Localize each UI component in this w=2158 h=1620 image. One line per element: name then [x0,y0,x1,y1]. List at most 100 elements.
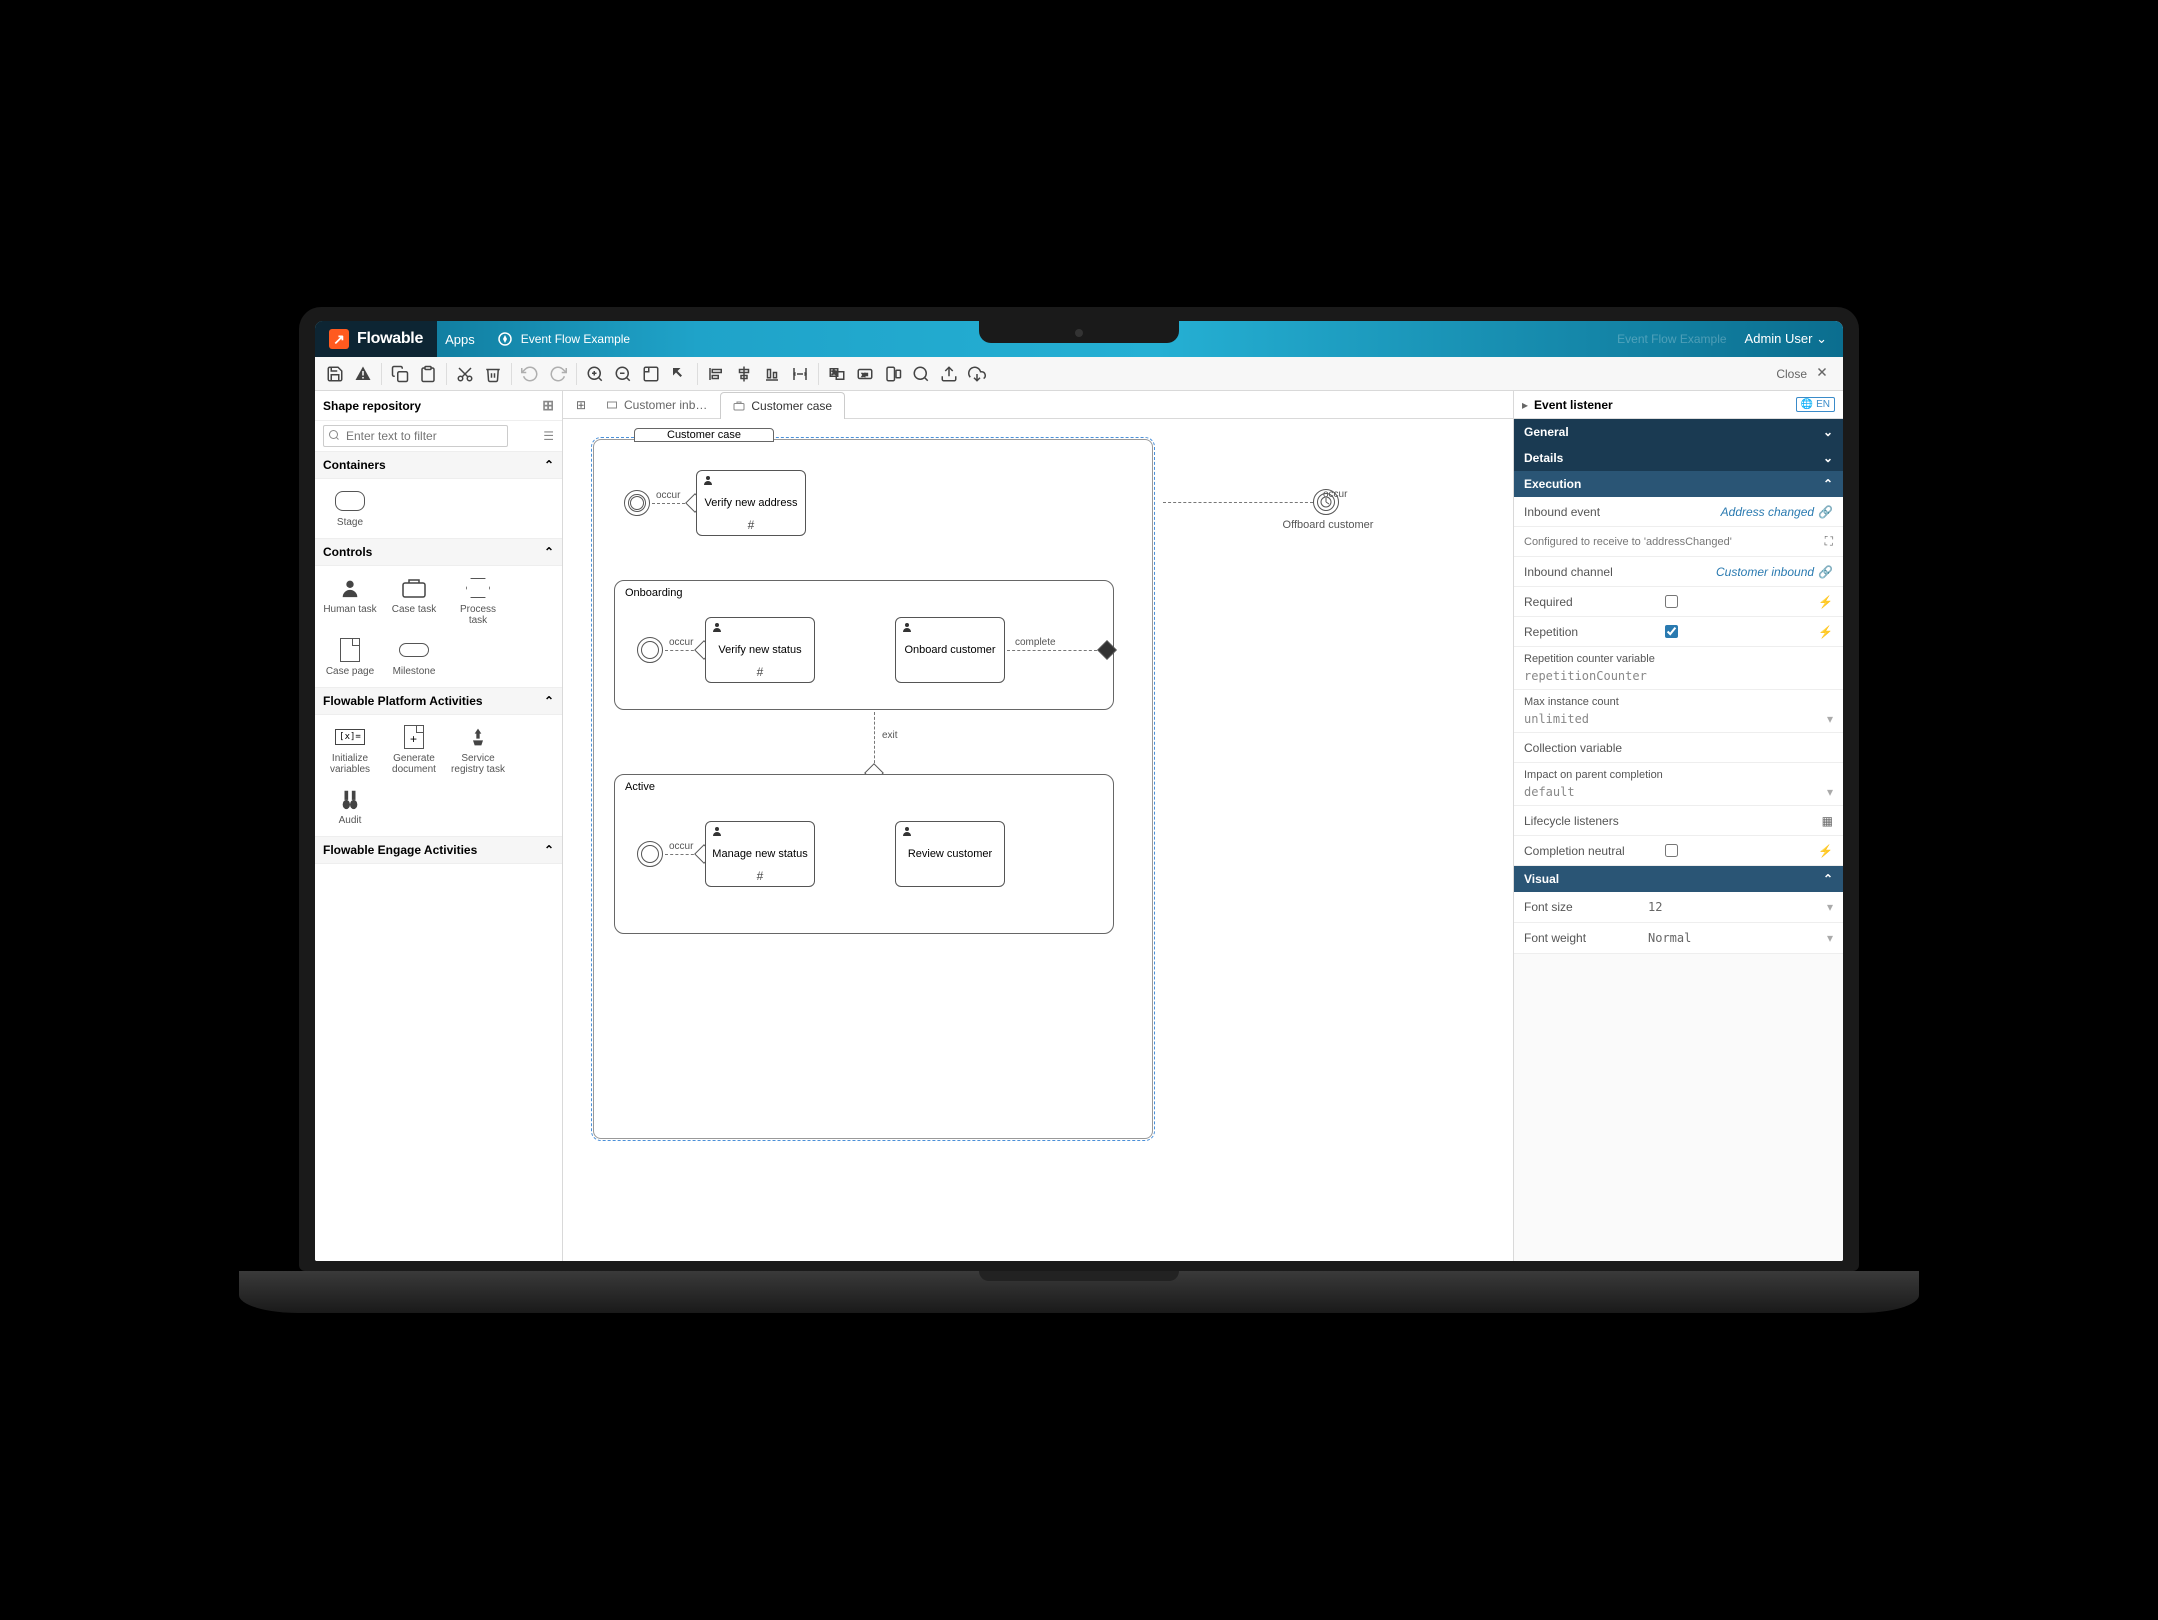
translate-button[interactable]: 文 [823,360,851,388]
lightning-icon: ⚡ [1818,844,1833,858]
event-listener-address[interactable] [624,490,650,516]
repetition-marker-icon: # [757,869,764,883]
chevron-down-icon[interactable]: ▾ [1827,931,1833,945]
add-shape-icon[interactable]: ⊞ [542,397,554,414]
chevron-down-icon[interactable]: ▾ [1827,785,1833,799]
canvas-tab-inbound[interactable]: Customer inb… [593,391,720,418]
search-button[interactable] [907,360,935,388]
language-badge[interactable]: 🌐 EN [1796,397,1835,412]
task-verify-new-address[interactable]: Verify new address # [696,470,806,536]
prop-lifecycle-listeners[interactable]: Lifecycle listeners ▦ [1514,806,1843,836]
event-listener-onboarding[interactable] [637,637,663,663]
palette-item-case-page[interactable]: Case page [323,638,377,677]
stage-onboarding[interactable]: Onboarding occur Verify new status [614,580,1114,710]
prop-parent-completion[interactable]: Impact on parent completion default▾ [1514,763,1843,806]
palette-section-containers[interactable]: Containers [315,452,562,479]
apps-link[interactable]: Apps [445,332,475,347]
timer-icon [1319,495,1333,509]
canvas[interactable]: Customer case occur Verify new address [563,419,1513,1261]
preview-button[interactable] [879,360,907,388]
new-tab-button[interactable]: ⊞ [569,391,593,418]
properties-header: ▸ Event listener 🌐 EN [1514,391,1843,419]
task-manage-new-status[interactable]: Manage new status # [705,821,815,887]
prop-inbound-channel[interactable]: Inbound channel Customer inbound 🔗 [1514,557,1843,587]
save-button[interactable] [321,360,349,388]
user-dropdown[interactable]: Admin User [1745,331,1827,347]
canvas-tabs: ⊞ Customer inb… Customer case [563,391,1513,419]
collapse-icon[interactable]: ▸ [1522,398,1528,412]
cut-button[interactable] [451,360,479,388]
align-bottom-button[interactable] [758,360,786,388]
align-left-button[interactable] [702,360,730,388]
prop-required[interactable]: Required ⚡ [1514,587,1843,617]
task-review-customer[interactable]: Review customer [895,821,1005,887]
prop-collection-variable[interactable]: Collection variable [1514,733,1843,763]
zoom-out-button[interactable] [609,360,637,388]
chevron-down-icon[interactable]: ▾ [1827,712,1833,726]
close-label[interactable]: Close [1776,367,1807,381]
logo-area[interactable]: ↗ Flowable [315,321,437,357]
grid-icon[interactable]: ▦ [1822,814,1833,828]
event-listener-active[interactable] [637,841,663,867]
palette-item-service-registry[interactable]: Service registry task [451,725,505,775]
completion-neutral-checkbox[interactable] [1665,844,1678,857]
download-button[interactable] [963,360,991,388]
close-icon[interactable] [1815,365,1829,382]
copy-button[interactable] [386,360,414,388]
props-section-details[interactable]: Details [1514,445,1843,471]
undo-button[interactable] [516,360,544,388]
prop-completion-neutral[interactable]: Completion neutral ⚡ [1514,836,1843,866]
task-verify-new-status[interactable]: Verify new status # [705,617,815,683]
distribute-h-button[interactable] [786,360,814,388]
link-icon[interactable]: 🔗 [1818,505,1833,519]
delete-button[interactable] [479,360,507,388]
offboard-customer-label: Offboard customer [1273,519,1383,531]
prop-font-weight[interactable]: Font weight Normal ▾ [1514,923,1843,954]
pan-button[interactable] [665,360,693,388]
chevron-down-icon[interactable]: ▾ [1827,900,1833,914]
repetition-checkbox[interactable] [1665,625,1678,638]
zoom-fit-button[interactable] [637,360,665,388]
required-checkbox[interactable] [1665,595,1678,608]
connector [874,712,875,768]
prop-max-instance[interactable]: Max instance count unlimited▾ [1514,690,1843,733]
prop-inbound-event[interactable]: Inbound event Address changed 🔗 [1514,497,1843,527]
redo-button[interactable] [544,360,572,388]
validate-button[interactable] [349,360,377,388]
main-area: Shape repository ⊞ ☰ Containers [315,391,1843,1261]
occur-label: occur [669,841,693,852]
zoom-in-button[interactable] [581,360,609,388]
event-listener-offboard[interactable] [1313,489,1339,515]
palette-item-stage[interactable]: Stage [323,489,377,528]
palette-item-human-task[interactable]: Human task [323,576,377,626]
palette-item-audit[interactable]: Audit [323,787,377,826]
canvas-tab-customer-case[interactable]: Customer case [720,392,845,419]
prop-font-size[interactable]: Font size 12 ▾ [1514,892,1843,923]
link-icon[interactable]: 🔗 [1818,565,1833,579]
props-section-visual[interactable]: Visual [1514,866,1843,892]
variables-button[interactable]: x= [851,360,879,388]
filter-input[interactable] [323,425,508,447]
palette-item-generate-document[interactable]: + Generate document [387,725,441,775]
palette-section-platform[interactable]: Flowable Platform Activities [315,688,562,715]
palette-item-case-task[interactable]: Case task [387,576,441,626]
prop-repetition-counter[interactable]: Repetition counter variable repetitionCo… [1514,647,1843,690]
expand-icon[interactable]: ⛶ [1825,534,1833,549]
palette-section-controls[interactable]: Controls [315,539,562,566]
paste-button[interactable] [414,360,442,388]
task-onboard-customer[interactable]: Onboard customer [895,617,1005,683]
case-plan-model[interactable]: Customer case occur Verify new address [593,439,1153,1139]
align-center-h-button[interactable] [730,360,758,388]
export-button[interactable] [935,360,963,388]
props-section-general[interactable]: General [1514,419,1843,445]
props-section-execution[interactable]: Execution [1514,471,1843,497]
palette-section-engage[interactable]: Flowable Engage Activities [315,837,562,864]
case-tab-icon [733,400,745,412]
palette-item-process-task[interactable]: Process task [451,576,505,626]
stage-active[interactable]: Active occur Manage new status [614,774,1114,934]
palette-item-milestone[interactable]: Milestone [387,638,441,677]
exit-sentry[interactable] [1097,640,1117,660]
prop-repetition[interactable]: Repetition ⚡ [1514,617,1843,647]
list-view-toggle-icon[interactable]: ☰ [543,429,554,443]
palette-item-init-variables[interactable]: [x]= Initialize variables [323,725,377,775]
